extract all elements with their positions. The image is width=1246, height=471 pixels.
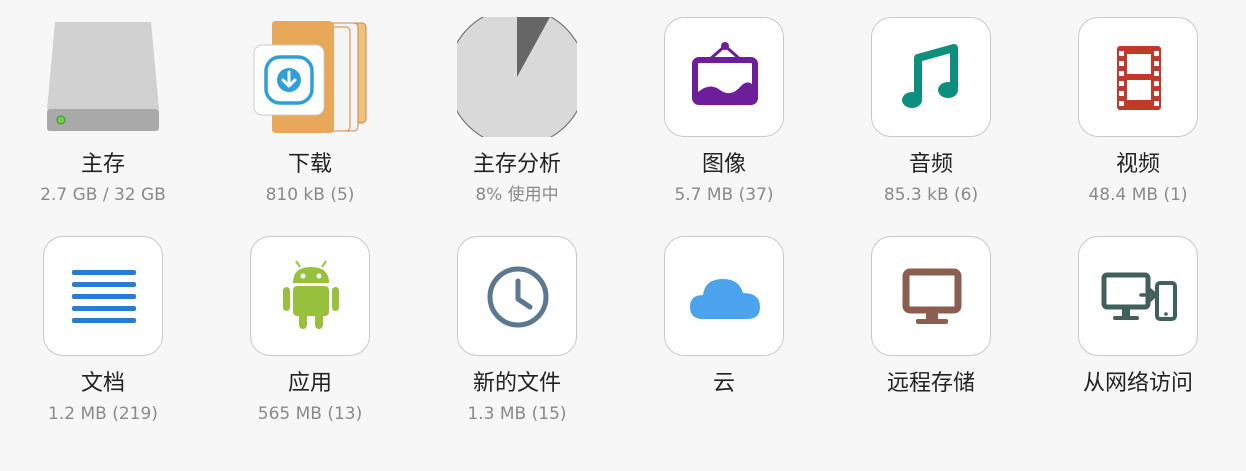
tile-detail: 5.7 MB (37) [674, 185, 774, 205]
picture-frame-icon [664, 17, 784, 137]
tile-storage-analysis[interactable]: 主存分析 8% 使用中 [437, 17, 597, 227]
tile-detail: 1.3 MB (15) [467, 404, 567, 424]
android-icon [250, 236, 370, 356]
document-lines-icon [43, 236, 163, 356]
tile-label: 从网络访问 [1082, 371, 1193, 396]
tile-remote-storage[interactable]: 远程存储 [851, 236, 1011, 446]
tile-documents[interactable]: 文档 1.2 MB (219) [23, 236, 183, 446]
tile-detail: 810 kB (5) [265, 185, 355, 205]
tile-label: 音频 [908, 152, 953, 177]
cloud-icon [664, 236, 784, 356]
tile-detail: 1.2 MB (219) [48, 404, 158, 424]
monitor-icon [871, 236, 991, 356]
tile-recent-files[interactable]: 新的文件 1.3 MB (15) [437, 236, 597, 446]
tile-label: 文档 [80, 371, 125, 396]
tile-apps[interactable]: 应用 565 MB (13) [230, 236, 390, 446]
tile-label: 主存 [80, 152, 125, 177]
clock-icon [457, 236, 577, 356]
tile-downloads[interactable]: 下载 810 kB (5) [230, 17, 390, 227]
hard-drive-icon [43, 17, 163, 137]
storage-pie-chart-icon [457, 17, 577, 137]
tile-images[interactable]: 图像 5.7 MB (37) [644, 17, 804, 227]
music-note-icon [871, 17, 991, 137]
tile-detail: 2.7 GB / 32 GB [40, 185, 166, 205]
tile-video[interactable]: 视频 48.4 MB (1) [1058, 17, 1218, 227]
tile-detail: 565 MB (13) [257, 404, 363, 424]
tile-network-access[interactable]: 从网络访问 [1058, 236, 1218, 446]
tile-detail: 8% 使用中 [475, 185, 559, 205]
tile-label: 云 [712, 371, 735, 396]
tile-label: 应用 [287, 371, 332, 396]
tile-cloud[interactable]: 云 [644, 236, 804, 446]
tile-detail: 85.3 kB (6) [883, 185, 979, 205]
tile-audio[interactable]: 音频 85.3 kB (6) [851, 17, 1011, 227]
tile-main-storage[interactable]: 主存 2.7 GB / 32 GB [23, 17, 183, 227]
tile-label: 视频 [1115, 152, 1160, 177]
film-strip-icon [1078, 17, 1198, 137]
tile-detail: 48.4 MB (1) [1088, 185, 1188, 205]
storage-category-grid: 主存 2.7 GB / 32 GB 下载 810 kB (5) 主存分析 8% … [0, 0, 1246, 471]
tile-label: 远程存储 [886, 371, 975, 396]
network-access-icon [1078, 236, 1198, 356]
download-folder-icon [250, 17, 370, 137]
tile-label: 主存分析 [472, 152, 561, 177]
tile-label: 图像 [701, 152, 746, 177]
tile-label: 下载 [287, 152, 332, 177]
tile-label: 新的文件 [472, 371, 561, 396]
